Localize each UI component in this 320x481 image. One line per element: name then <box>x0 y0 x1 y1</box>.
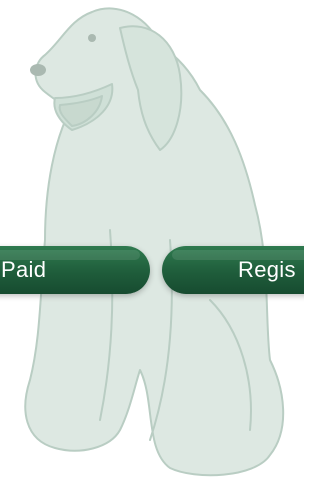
register-button-label: Regis <box>238 257 296 282</box>
dog-illustration <box>24 7 285 477</box>
paid-button-label: Paid <box>1 257 47 282</box>
page: Paid Regis <box>0 0 304 481</box>
register-button[interactable]: Regis <box>162 246 304 294</box>
paid-button[interactable]: Paid <box>0 246 150 294</box>
